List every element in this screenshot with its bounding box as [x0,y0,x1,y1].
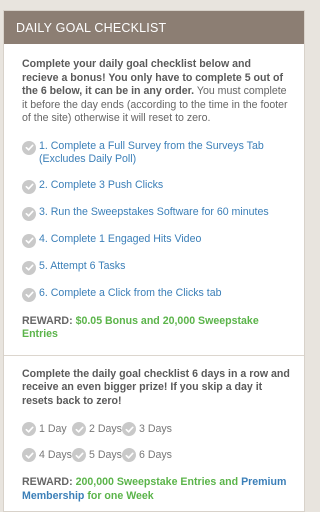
check-circle-icon [22,287,36,302]
daily-reward: REWARD: $0.05 Bonus and 20,000 Sweepstak… [22,314,259,341]
task-link[interactable]: 6. Complete a Click from the Clicks tab [39,287,222,301]
daily-intro: Complete your daily goal checklist below… [22,58,288,124]
task-item-2[interactable]: 2. Complete 3 Push Clicks [22,179,290,194]
task-item-5[interactable]: 5. Attempt 6 Tasks [22,260,290,275]
check-circle-icon [22,206,36,221]
task-item-1[interactable]: 1. Complete a Full Survey from the Surve… [22,140,290,167]
check-circle-icon [22,179,36,194]
task-item-3[interactable]: 3. Run the Sweepstakes Software for 60 m… [22,206,290,221]
check-circle-icon [22,233,36,248]
check-circle-icon [72,422,86,436]
task-item-6[interactable]: 6. Complete a Click from the Clicks tab [22,287,290,302]
streak-intro: Complete the daily goal checklist 6 days… [22,367,290,407]
panel-header: DAILY GOAL CHECKLIST [4,11,304,44]
check-circle-icon [72,448,86,462]
check-circle-icon [22,260,36,275]
day-item-1: 1 Day [22,422,72,436]
check-circle-icon [122,448,136,462]
check-circle-icon [22,448,36,462]
check-circle-icon [22,422,36,436]
task-link[interactable]: 1. Complete a Full Survey from the Surve… [39,140,290,167]
check-circle-icon [122,422,136,436]
day-item-6: 6 Days [122,448,172,462]
streak-days: 1 Day 2 Days 3 Days 4 Days 5 Days 6 Days [22,422,290,462]
day-item-4: 4 Days [22,448,72,462]
day-item-5: 5 Days [72,448,122,462]
day-item-2: 2 Days [72,422,122,436]
task-link[interactable]: 2. Complete 3 Push Clicks [39,179,163,193]
streak-reward: REWARD: 200,000 Sweepstake Entries and P… [22,476,287,502]
daily-section: Complete your daily goal checklist below… [4,44,304,342]
streak-section: Complete the daily goal checklist 6 days… [4,356,304,504]
task-link[interactable]: 5. Attempt 6 Tasks [39,260,125,274]
task-item-4[interactable]: 4. Complete 1 Engaged Hits Video [22,233,290,248]
task-link[interactable]: 3. Run the Sweepstakes Software for 60 m… [39,206,269,220]
day-item-3: 3 Days [122,422,172,436]
check-circle-icon [22,140,36,155]
panel-title: DAILY GOAL CHECKLIST [16,20,167,35]
goal-checklist-panel: DAILY GOAL CHECKLIST Complete your daily… [3,10,305,512]
task-link[interactable]: 4. Complete 1 Engaged Hits Video [39,233,201,247]
